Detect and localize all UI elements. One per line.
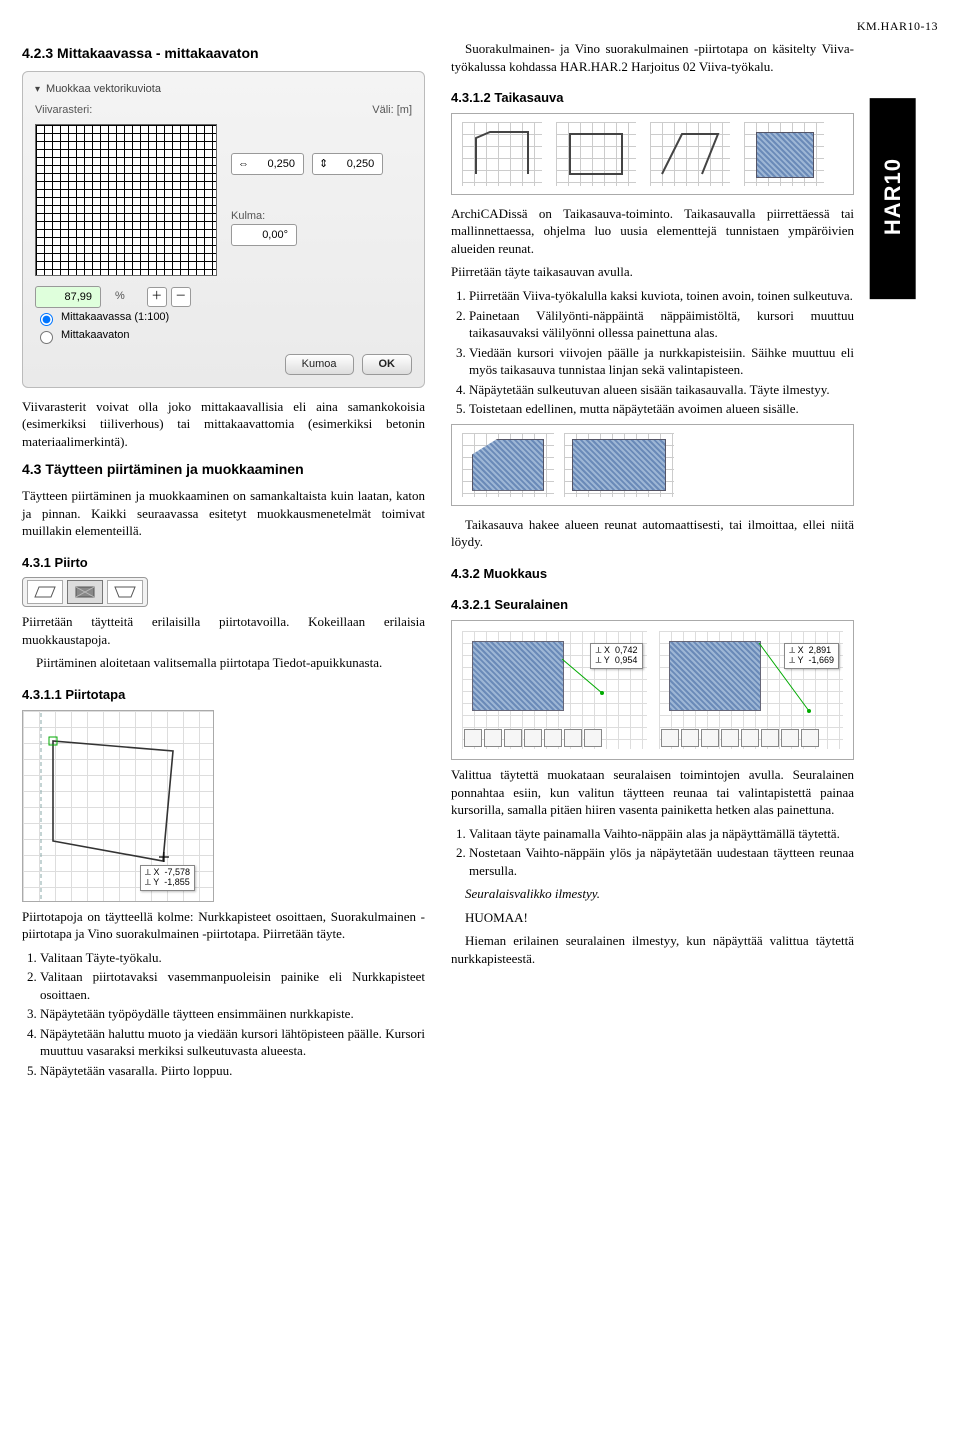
mini-btn[interactable] [761, 729, 779, 747]
list-item: Valitaan Täyte-työkalu. [40, 949, 425, 967]
h-spacing-field[interactable]: ⇔ [231, 153, 304, 175]
para-4312a: ArchiCADissä on Taikasauva-toiminto. Tai… [451, 205, 854, 258]
list-item: Toistetaan edellinen, mutta näpäytetään … [469, 400, 854, 418]
shape-row-1 [451, 113, 854, 195]
mini-btn[interactable] [524, 729, 542, 747]
panel-title: Muokkaa vektorikuviota [46, 82, 161, 97]
heading-43: 4.3 Täytteen piirtäminen ja muokkaaminen [22, 460, 425, 479]
list-item: Nostetaan Vaihto-näppäin ylös ja näpäyte… [469, 844, 854, 879]
list-item: Näpäytetään työpöydälle täytteen ensimmä… [40, 1005, 425, 1023]
radio-scaled[interactable] [40, 313, 53, 326]
list-4321: Valitaan täyte painamalla Vaihto-näppäin… [451, 825, 854, 880]
mini-btn[interactable] [584, 729, 602, 747]
label-viivarasteri: Viivarasteri: [35, 103, 92, 118]
zoom-out-icon[interactable]: － [171, 287, 191, 307]
v-spacing-field[interactable]: ⇕ [312, 153, 383, 175]
shape-filled-big [564, 433, 674, 497]
shape-rect [556, 122, 636, 186]
mini-btn[interactable] [801, 729, 819, 747]
radio-scaled-label: Mittakaavassa (1:100) [61, 310, 169, 325]
list-item: Valitaan piirtotavaksi vasemmanpuoleisin… [40, 968, 425, 1003]
side-tab: HAR10 [870, 98, 916, 299]
list-item: Viedään kursori viivojen päälle ja nurkk… [469, 344, 854, 379]
fill-mode-toolbar [22, 577, 148, 607]
fillbtn-3[interactable] [107, 580, 143, 604]
heading-4321: 4.3.2.1 Seuralainen [451, 596, 854, 614]
h-spacing-input[interactable] [253, 157, 297, 171]
list-4312: Piirretään Viiva-työkalulla kaksi kuviot… [451, 287, 854, 418]
para-4321d: Hieman erilainen seuralainen ilmestyy, k… [451, 932, 854, 967]
para-4311a: Piirtotapoja on täytteellä kolme: Nurkka… [22, 908, 425, 943]
fillbtn-2[interactable] [67, 580, 103, 604]
shape-skew [650, 122, 730, 186]
radio-unscaled[interactable] [40, 331, 53, 344]
angle-input[interactable] [238, 228, 290, 242]
heading-4311: 4.3.1.1 Piirtotapa [22, 686, 425, 704]
para-4321c: HUOMAA! [451, 909, 854, 927]
grid-swatch [35, 124, 217, 276]
mini-btn[interactable] [701, 729, 719, 747]
para-4312c: Taikasauva hakee alueen reunat automaatt… [451, 516, 854, 551]
mini-btn[interactable] [564, 729, 582, 747]
drawing-canvas: ⟂ X -7,578 ⟂ Y -1,855 [22, 710, 214, 902]
shape-filled-poly [462, 433, 554, 497]
zoom-in-icon[interactable]: ＋ [147, 287, 167, 307]
percent-unit: % [115, 289, 125, 304]
list-item: Näpäytetään vasaralla. Piirto loppuu. [40, 1062, 425, 1080]
list-item: Näpäytetään sulkeutuvan alueen sisään ta… [469, 381, 854, 399]
coord-tooltip: ⟂ X 0,742 ⟂ Y 0,954 [590, 643, 642, 669]
percent-input[interactable] [42, 290, 94, 304]
percent-field[interactable] [35, 286, 101, 308]
vector-grid-panel: ▾ Muokkaa vektorikuviota Viivarasteri: V… [22, 71, 425, 388]
shape-open-trapezoid [462, 122, 542, 186]
mini-btn[interactable] [661, 729, 679, 747]
angle-field[interactable] [231, 224, 297, 246]
coord-tooltip: ⟂ X -7,578 ⟂ Y -1,855 [140, 865, 195, 891]
radio-unscaled-label: Mittakaavaton [61, 328, 129, 343]
seuralainen-row: ⟂ X 0,742 ⟂ Y 0,954 [451, 620, 854, 760]
mini-btn[interactable] [721, 729, 739, 747]
para-431a: Piirretään täytteitä erilaisilla piirtot… [22, 613, 425, 648]
para-4321a: Valittua täytettä muokataan seuralaisen … [451, 766, 854, 819]
para-4321b: Seuralaisvalikko ilmestyy. [451, 885, 854, 903]
shape-filled [744, 122, 824, 186]
label-vali: Väli: [m] [372, 103, 412, 118]
list-item: Valitaan täyte painamalla Vaihto-näppäin… [469, 825, 854, 843]
para-423: Viivarasterit voivat olla joko mittakaav… [22, 398, 425, 451]
label-kulma: Kulma: [231, 209, 383, 224]
seur-cell-2: ⟂ X 2,891 ⟂ Y -1,669 [659, 631, 844, 749]
heading-431: 4.3.1 Piirto [22, 554, 425, 572]
para-4312b: Piirretään täyte taikasauvan avulla. [451, 263, 854, 281]
v-icon: ⇕ [319, 157, 328, 172]
seur-cell-1: ⟂ X 0,742 ⟂ Y 0,954 [462, 631, 647, 749]
disclosure-icon[interactable]: ▾ [35, 83, 40, 97]
fillbtn-1[interactable] [27, 580, 63, 604]
heading-423: 4.2.3 Mittakaavassa - mittakaavaton [22, 44, 425, 63]
v-spacing-input[interactable] [332, 157, 376, 171]
mini-toolbar [661, 729, 819, 747]
shape-row-2 [451, 424, 854, 506]
mini-btn[interactable] [544, 729, 562, 747]
mini-btn[interactable] [504, 729, 522, 747]
coord-tooltip: ⟂ X 2,891 ⟂ Y -1,669 [784, 643, 839, 669]
list-item: Näpäytetään haluttu muoto ja viedään kur… [40, 1025, 425, 1060]
cancel-button[interactable]: Kumoa [285, 354, 354, 375]
mini-btn[interactable] [464, 729, 482, 747]
doc-code: KM.HAR10-13 [22, 18, 938, 34]
heading-4312: 4.3.1.2 Taikasauva [451, 89, 854, 107]
ok-button[interactable]: OK [362, 354, 413, 375]
para-43: Täytteen piirtäminen ja muokkaaminen on … [22, 487, 425, 540]
mini-btn[interactable] [681, 729, 699, 747]
h-icon: ⇔ [238, 157, 249, 172]
mini-btn[interactable] [484, 729, 502, 747]
para-right-intro: Suorakulmainen- ja Vino suorakulmainen -… [451, 40, 854, 75]
list-item: Painetaan Välilyönti-näppäintä näppäimis… [469, 307, 854, 342]
para-431b: Piirtäminen aloitetaan valitsemalla piir… [22, 654, 425, 672]
heading-432: 4.3.2 Muokkaus [451, 565, 854, 583]
mini-btn[interactable] [741, 729, 759, 747]
list-item: Piirretään Viiva-työkalulla kaksi kuviot… [469, 287, 854, 305]
mini-toolbar [464, 729, 602, 747]
list-4311: Valitaan Täyte-työkalu. Valitaan piirtot… [22, 949, 425, 1080]
mini-btn[interactable] [781, 729, 799, 747]
